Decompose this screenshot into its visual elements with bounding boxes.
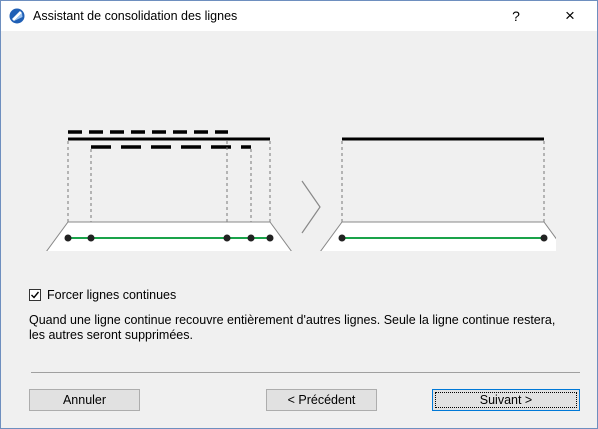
app-icon: [9, 8, 25, 24]
checkmark-icon: [31, 291, 40, 299]
focus-rectangle: [435, 392, 577, 408]
close-button[interactable]: ×: [547, 1, 593, 31]
title-bar: Assistant de consolidation des lignes ? …: [1, 1, 597, 31]
next-button[interactable]: Suivant >: [432, 389, 580, 411]
cancel-button[interactable]: Annuler: [29, 389, 140, 411]
separator: [31, 372, 580, 373]
force-continuous-option[interactable]: Forcer lignes continues: [29, 287, 176, 303]
consolidation-illustration: [46, 130, 556, 251]
window-title: Assistant de consolidation des lignes: [33, 9, 238, 23]
help-button[interactable]: ?: [493, 1, 539, 31]
dialog-window: Assistant de consolidation des lignes ? …: [0, 0, 598, 429]
force-continuous-checkbox[interactable]: [29, 289, 41, 301]
description-text: Quand une ligne continue recouvre entièr…: [29, 313, 556, 342]
previous-button[interactable]: < Précédent: [266, 389, 377, 411]
dialog-content: Forcer lignes continues Quand une ligne …: [8, 31, 592, 423]
chevron-right-icon: [301, 180, 321, 234]
after-diagram: [320, 137, 556, 251]
before-diagram: [46, 130, 292, 251]
force-continuous-label[interactable]: Forcer lignes continues: [47, 288, 176, 302]
